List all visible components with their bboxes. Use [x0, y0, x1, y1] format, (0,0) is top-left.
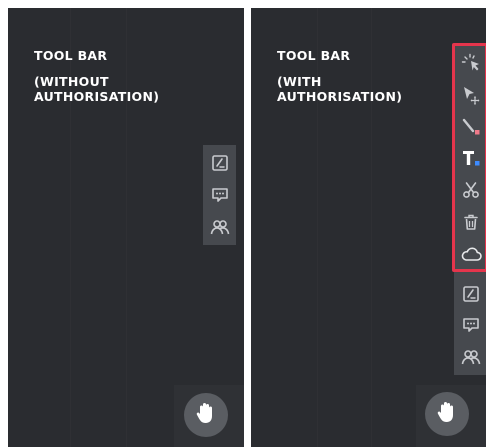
- hand-icon: [436, 400, 458, 428]
- comment-icon[interactable]: [206, 181, 234, 209]
- hand-icon: [195, 401, 217, 429]
- people-icon[interactable]: [206, 213, 234, 241]
- panel-subtitle: (WITH AUTHORISATION): [277, 74, 403, 104]
- comment-icon[interactable]: [457, 311, 485, 339]
- page-edit-icon[interactable]: [457, 280, 485, 308]
- panel-without-authorisation: TOOL BAR (WITHOUT AUTHORISATION): [8, 8, 244, 447]
- scissors-icon[interactable]: [457, 176, 485, 204]
- laser-pointer-icon[interactable]: [457, 49, 485, 77]
- text-icon[interactable]: [457, 144, 485, 172]
- panel-subtitle: (WITHOUT AUTHORISATION): [34, 74, 160, 104]
- select-move-icon[interactable]: [457, 81, 485, 109]
- toolbar-group: [452, 43, 486, 375]
- panel-title: TOOL BAR: [277, 48, 351, 63]
- people-icon[interactable]: [457, 343, 485, 371]
- panel-with-authorisation: TOOL BAR (WITH AUTHORISATION): [251, 8, 486, 447]
- raise-hand-button[interactable]: [425, 392, 469, 436]
- trash-icon[interactable]: [457, 208, 485, 236]
- raise-hand-button[interactable]: [184, 393, 228, 437]
- toolbar: [454, 43, 486, 375]
- cloud-icon[interactable]: [457, 240, 485, 268]
- pen-icon[interactable]: [457, 113, 485, 141]
- panel-title: TOOL BAR: [34, 48, 108, 63]
- page-edit-icon[interactable]: [206, 149, 234, 177]
- toolbar: [203, 145, 236, 245]
